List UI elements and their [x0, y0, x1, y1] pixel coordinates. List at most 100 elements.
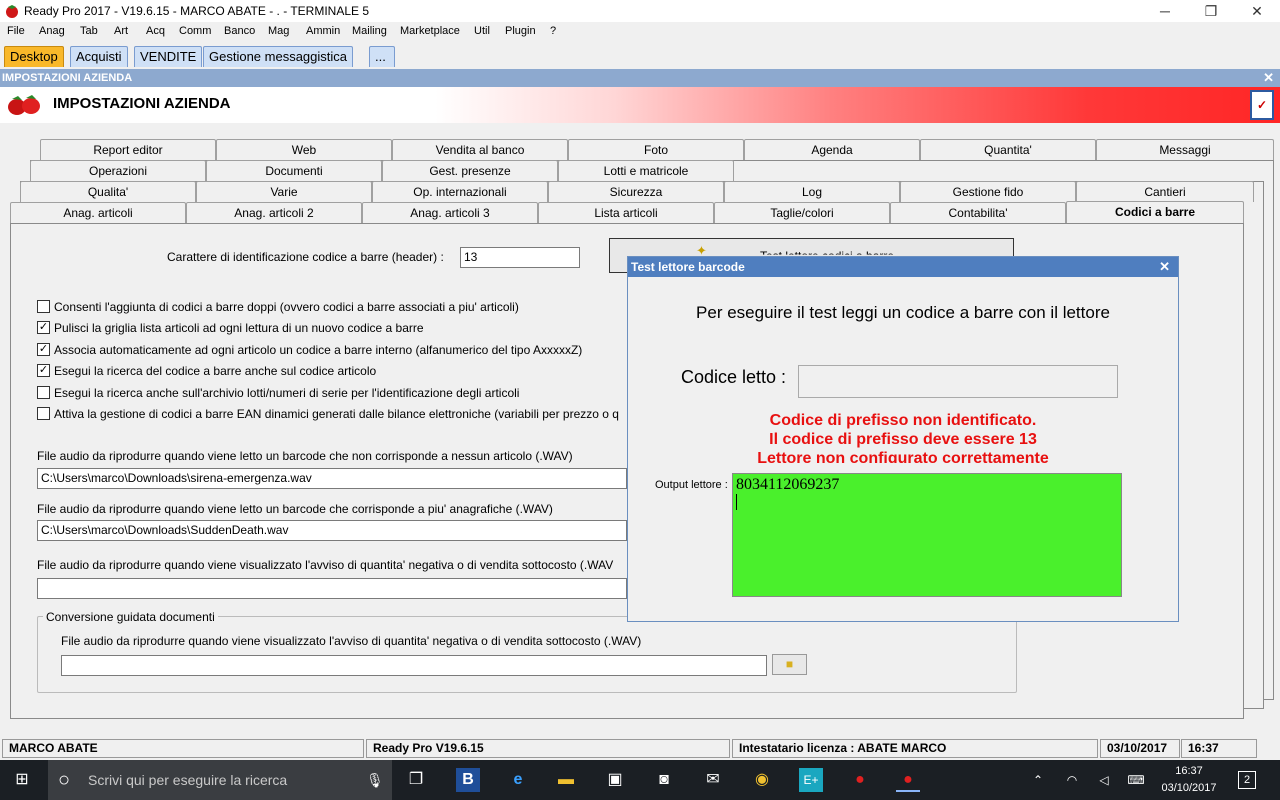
menu-util[interactable]: Util [474, 25, 490, 37]
tab-anag-articoli-3[interactable]: Anag. articoli 3 [362, 202, 538, 223]
microphone-icon[interactable]: 🎙 [366, 760, 384, 800]
checkbox-ricerca-lotti[interactable] [37, 386, 50, 399]
tab-web[interactable]: Web [216, 139, 392, 160]
maximize-button[interactable]: ❐ [1188, 0, 1234, 22]
edge-icon[interactable]: e [506, 768, 530, 792]
checkbox-associa-automaticamente[interactable]: ✓ [37, 343, 50, 356]
group-audio-label: File audio da riprodurre quando viene vi… [61, 634, 642, 648]
taskbar-clock[interactable]: 16:37 03/10/2017 [1160, 763, 1218, 797]
tab-qualita[interactable]: Qualita' [20, 181, 196, 202]
menu-art[interactable]: Art [114, 25, 128, 37]
error-line: Il codice di prefisso deve essere 13 [769, 431, 1037, 448]
taskbar: ⊞ ○ Scrivi qui per eseguire la ricerca 🎙… [0, 760, 1280, 800]
status-time: 16:37 [1181, 739, 1257, 758]
camera-icon[interactable]: ◙ [652, 768, 676, 792]
checkbox-ean-dinamici[interactable] [37, 407, 50, 420]
checkbox-ricerca-codice-articolo[interactable]: ✓ [37, 364, 50, 377]
tab-agenda[interactable]: Agenda [744, 139, 920, 160]
audio-piu-anagrafiche-input[interactable]: C:\Users\marco\Downloads\SuddenDeath.wav [37, 520, 627, 541]
readypro-active-taskbar-icon[interactable]: ● [896, 768, 920, 792]
notification-icon[interactable]: 2 [1238, 771, 1256, 789]
checkbox-barcode-doppi[interactable] [37, 300, 50, 313]
b-app-icon[interactable]: B [456, 768, 480, 792]
tab-contabilita[interactable]: Contabilita' [890, 202, 1066, 223]
tab-cantieri[interactable]: Cantieri [1076, 181, 1254, 202]
group-title: Conversione guidata documenti [43, 610, 218, 624]
tab-gestione-fido[interactable]: Gestione fido [900, 181, 1076, 202]
audio-nessun-articolo-input[interactable]: C:\Users\marco\Downloads\sirena-emergenz… [37, 468, 627, 489]
volume-icon[interactable]: ◁ [1092, 768, 1116, 792]
tab-operazioni[interactable]: Operazioni [30, 160, 206, 181]
tab-vendita-al-banco[interactable]: Vendita al banco [392, 139, 568, 160]
tab-anag-articoli-2[interactable]: Anag. articoli 2 [186, 202, 362, 223]
menu-help[interactable]: ? [550, 25, 556, 37]
menu-mag[interactable]: Mag [268, 25, 289, 37]
tab-report-editor[interactable]: Report editor [40, 139, 216, 160]
menu-file[interactable]: File [7, 25, 25, 37]
section-close-icon[interactable]: ✕ [1263, 69, 1274, 87]
windows-start-icon[interactable]: ⊞ [10, 768, 34, 792]
checklist-icon[interactable]: ✓ [1250, 90, 1274, 120]
audio-nessun-articolo-label: File audio da riprodurre quando viene le… [37, 449, 573, 463]
codice-letto-label: Codice letto : [681, 367, 787, 387]
wifi-icon[interactable]: ◠ [1060, 768, 1084, 792]
tab-lotti-e-matricole[interactable]: Lotti e matricole [558, 160, 734, 181]
close-button[interactable]: ✕ [1234, 0, 1280, 22]
menu-mailing[interactable]: Mailing [352, 25, 387, 37]
tab-anag-articoli[interactable]: Anag. articoli [10, 202, 186, 223]
browse-folder-button[interactable]: ■ [772, 654, 807, 675]
checkbox-label: Esegui la ricerca del codice a barre anc… [54, 364, 377, 378]
e-plus-icon[interactable]: E+ [799, 768, 823, 792]
dialog-close-icon[interactable]: ✕ [1159, 257, 1170, 277]
menu-comm[interactable]: Comm [179, 25, 211, 37]
tab-log[interactable]: Log [724, 181, 900, 202]
codice-letto-field[interactable] [798, 365, 1118, 398]
menu-tab[interactable]: Tab [80, 25, 98, 37]
mail-icon[interactable]: ✉ [701, 768, 725, 792]
tab-taglie-colori[interactable]: Taglie/colori [714, 202, 890, 223]
checkbox-pulisci-griglia[interactable]: ✓ [37, 321, 50, 334]
menu-acq[interactable]: Acq [146, 25, 165, 37]
store-icon[interactable]: ▣ [603, 768, 627, 792]
menu-anag[interactable]: Anag [39, 25, 65, 37]
file-explorer-icon[interactable]: ▬ [554, 768, 578, 792]
tab-foto[interactable]: Foto [568, 139, 744, 160]
tab-op-internazionali[interactable]: Op. internazionali [372, 181, 548, 202]
minimize-button[interactable]: ─ [1142, 0, 1188, 22]
status-bar: MARCO ABATE Ready Pro V19.6.15 Intestata… [0, 737, 1280, 759]
tab-codici-a-barre[interactable]: Codici a barre [1066, 201, 1244, 224]
chevron-up-icon[interactable]: ⌃ [1026, 768, 1050, 792]
chrome-icon[interactable]: ◉ [750, 768, 774, 792]
tab-more[interactable]: ... [369, 46, 395, 67]
audio-quantita-negativa-input[interactable] [37, 578, 627, 599]
test-barcode-dialog: Test lettore barcode ✕ Per eseguire il t… [627, 256, 1179, 622]
output-value: 8034112069237 [736, 476, 840, 493]
group-audio-input[interactable] [61, 655, 767, 676]
tab-varie[interactable]: Varie [196, 181, 372, 202]
tab-lista-articoli[interactable]: Lista articoli [538, 202, 714, 223]
header-char-input[interactable]: 13 [460, 247, 580, 268]
menu-ammin[interactable]: Ammin [306, 25, 340, 37]
error-message: Codice di prefisso non identificato. Il … [628, 411, 1178, 463]
menu-marketplace[interactable]: Marketplace [400, 25, 460, 37]
tab-gest-presenze[interactable]: Gest. presenze [382, 160, 558, 181]
tab-vendite[interactable]: VENDITE [134, 46, 203, 67]
task-view-icon[interactable]: ❐ [404, 768, 428, 792]
readypro-taskbar-icon[interactable]: ● [848, 768, 872, 792]
workspace-tabs: Desktop Acquisti VENDITE Gestione messag… [0, 42, 1280, 68]
tab-messaggi[interactable]: Messaggi [1096, 139, 1274, 160]
tab-gestione-messaggistica[interactable]: Gestione messaggistica [203, 46, 354, 67]
section-header-title: IMPOSTAZIONI AZIENDA [2, 72, 133, 84]
tab-desktop[interactable]: Desktop [4, 46, 64, 67]
dialog-message: Per eseguire il test leggi un codice a b… [696, 303, 1110, 322]
tab-acquisti[interactable]: Acquisti [70, 46, 128, 67]
taskbar-search[interactable]: ○ Scrivi qui per eseguire la ricerca 🎙 [48, 760, 392, 800]
output-lettore-textarea[interactable]: 8034112069237 [732, 473, 1122, 597]
tab-sicurezza[interactable]: Sicurezza [548, 181, 724, 202]
menu-banco[interactable]: Banco [224, 25, 255, 37]
menu-plugin[interactable]: Plugin [505, 25, 536, 37]
tab-documenti[interactable]: Documenti [206, 160, 382, 181]
tab-quantita[interactable]: Quantita' [920, 139, 1096, 160]
keyboard-icon[interactable]: ⌨ [1124, 768, 1148, 792]
clock-time: 16:37 [1175, 765, 1203, 777]
